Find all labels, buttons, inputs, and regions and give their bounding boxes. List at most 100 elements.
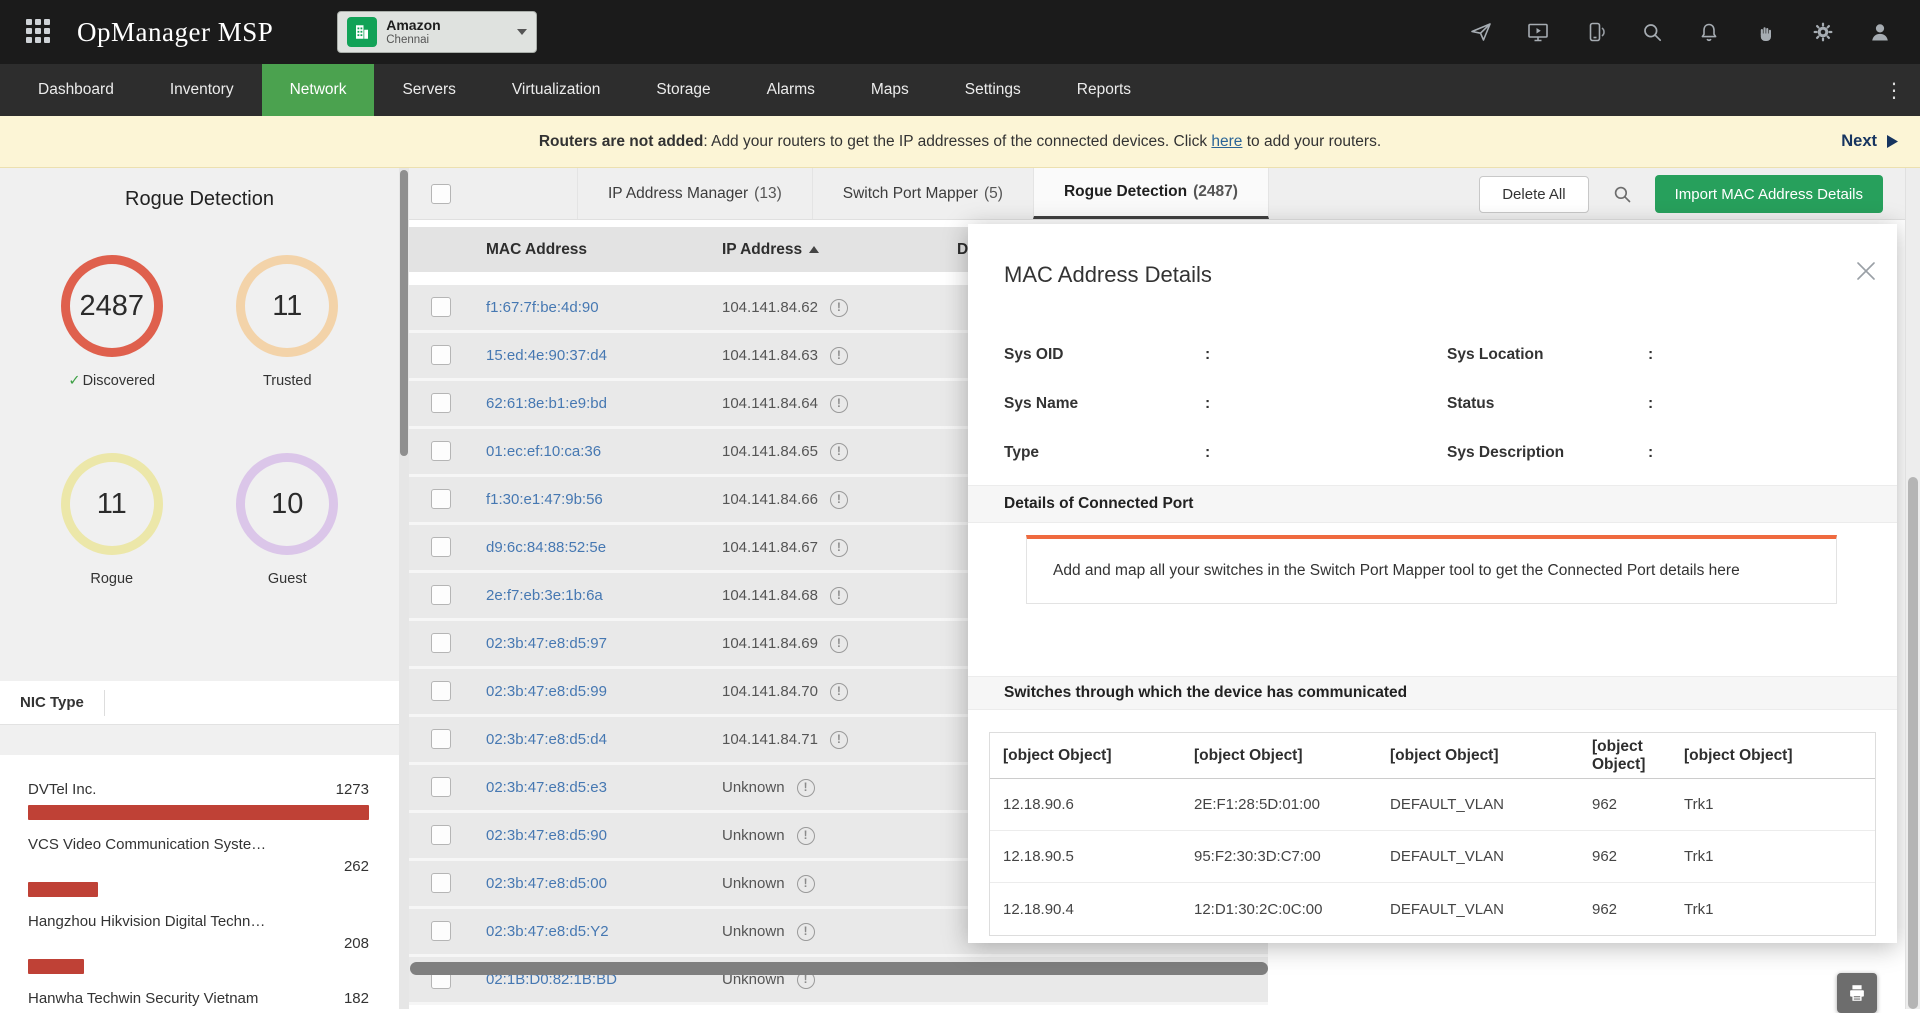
row-checkbox[interactable] [431,681,451,701]
mac-address-link[interactable]: 02:3b:47:e8:d5:90 [486,813,607,858]
chevron-down-icon[interactable] [517,12,527,52]
nav-item[interactable]: Servers [374,64,483,116]
ip-address: 104.141.84.69 [722,635,818,652]
mac-address-link[interactable]: 02:3b:47:e8:d5:Y2 [486,909,609,954]
warning-icon[interactable]: ! [797,875,815,893]
donut-value: 11 [97,488,127,521]
mac-address-link[interactable]: 02:3b:47:e8:d5:00 [486,861,607,906]
donut-chart[interactable]: 10 [236,453,338,555]
mac-address-link[interactable]: f1:30:e1:47:9b:56 [486,477,603,522]
ip-address: 104.141.84.70 [722,683,818,700]
hand-support-icon[interactable] [1754,20,1778,44]
row-checkbox[interactable] [431,633,451,653]
mac-address-link[interactable]: 02:3b:47:e8:d5:e3 [486,765,607,810]
warning-icon[interactable]: ! [830,587,848,605]
gear-icon[interactable] [1811,20,1835,44]
column-header-ip[interactable]: IP Address [722,227,819,272]
horizontal-scrollbar-thumb[interactable] [410,962,1268,975]
row-checkbox[interactable] [431,873,451,893]
screen-share-icon[interactable] [1526,20,1550,44]
sidebar-scrollbar[interactable] [399,168,409,1009]
warning-icon[interactable]: ! [830,635,848,653]
donut-chart[interactable]: 11 [236,255,338,357]
sidebar-scrollbar-thumb[interactable] [400,170,408,456]
row-checkbox[interactable] [431,825,451,845]
row-checkbox[interactable] [431,729,451,749]
nic-type-title[interactable]: NIC Type [0,694,104,711]
mac-address-link[interactable]: d9:6c:84:88:52:5e [486,525,606,570]
mac-address-link[interactable]: f1:67:7f:be:4d:90 [486,285,599,330]
page-scrollbar-thumb[interactable] [1908,477,1918,1009]
delete-all-button[interactable]: Delete All [1479,176,1588,213]
tab[interactable]: IP Address Manager(13) [577,168,812,219]
mac-address-link[interactable]: 15:ed:4e:90:37:d4 [486,333,607,378]
search-icon[interactable] [1611,183,1633,205]
field-colon: : [1648,444,1653,462]
donut-chart[interactable]: 11 [61,453,163,555]
row-checkbox[interactable] [431,441,451,461]
nav-item[interactable]: Settings [937,64,1049,116]
warning-icon[interactable]: ! [830,347,848,365]
mac-address-link[interactable]: 02:3b:47:e8:d5:97 [486,621,607,666]
nic-type-item[interactable]: VCS Video Communication Syste…262 [28,836,369,897]
page-scrollbar[interactable] [1905,168,1920,1009]
warning-icon[interactable]: ! [797,827,815,845]
nic-type-item[interactable]: Hangzhou Hikvision Digital Techn…208 [28,913,369,974]
tab[interactable]: Rogue Detection(2487) [1033,168,1269,219]
nav-item[interactable]: Inventory [142,64,262,116]
next-button[interactable]: Next [1841,132,1898,151]
column-header-mac[interactable]: MAC Address [486,227,587,272]
warning-icon[interactable]: ! [830,299,848,317]
mac-address-link[interactable]: 62:61:8e:b1:e9:bd [486,381,607,426]
donut-chart[interactable]: 2487 [61,255,163,357]
warning-icon[interactable]: ! [830,683,848,701]
row-checkbox[interactable] [431,537,451,557]
nic-type-item[interactable]: Hanwha Techwin Security Vietnam182 [28,990,369,1009]
warning-icon[interactable]: ! [797,923,815,941]
warning-icon[interactable]: ! [830,539,848,557]
warning-icon[interactable]: ! [830,443,848,461]
user-avatar[interactable] [1868,20,1892,44]
ip-cell: 104.141.84.68 ! [722,573,848,618]
search-icon[interactable] [1640,20,1664,44]
switch-port: 962 [1592,901,1684,918]
row-checkbox[interactable] [431,921,451,941]
row-checkbox[interactable] [431,393,451,413]
select-all-checkbox[interactable] [431,184,451,204]
tab[interactable]: Switch Port Mapper(5) [812,168,1033,219]
nav-item[interactable]: Dashboard [10,64,142,116]
mobile-icon[interactable] [1583,20,1607,44]
add-routers-link[interactable]: here [1211,133,1242,150]
close-icon[interactable] [1857,262,1877,282]
warning-icon[interactable]: ! [797,779,815,797]
nav-item[interactable]: Reports [1049,64,1159,116]
nav-item[interactable]: Storage [628,64,738,116]
print-button[interactable] [1837,973,1877,1013]
nic-type-item[interactable]: DVTel Inc.1273 [28,781,369,820]
nav-item[interactable]: Alarms [739,64,843,116]
paper-plane-icon[interactable] [1469,20,1493,44]
warning-icon[interactable]: ! [830,395,848,413]
mac-address-link[interactable]: 01:ec:ef:10:ca:36 [486,429,601,474]
nav-item[interactable]: Maps [843,64,937,116]
row-checkbox[interactable] [431,345,451,365]
nic-count: 262 [28,858,369,875]
warning-icon[interactable]: ! [830,731,848,749]
warning-icon[interactable]: ! [830,491,848,509]
mac-address-link[interactable]: 2e:f7:eb:3e:1b:6a [486,573,603,618]
nav-item[interactable]: Network [262,64,375,116]
ip-address: 104.141.84.64 [722,395,818,412]
row-checkbox[interactable] [431,777,451,797]
import-mac-button[interactable]: Import MAC Address Details [1655,175,1883,213]
customer-selector[interactable]: Amazon Chennai [337,11,537,53]
mac-address-link[interactable]: 02:3b:47:e8:d5:d4 [486,717,607,762]
nav-item[interactable]: Virtualization [484,64,628,116]
apps-grid-icon[interactable] [26,19,53,46]
bell-icon[interactable] [1697,20,1721,44]
row-checkbox[interactable] [431,489,451,509]
mac-address-link[interactable]: 02:3b:47:e8:d5:99 [486,669,607,714]
nic-name: Hanwha Techwin Security Vietnam [28,990,258,1007]
nav-overflow-menu-icon[interactable]: ⋮ [1884,78,1904,102]
row-checkbox[interactable] [431,297,451,317]
row-checkbox[interactable] [431,585,451,605]
